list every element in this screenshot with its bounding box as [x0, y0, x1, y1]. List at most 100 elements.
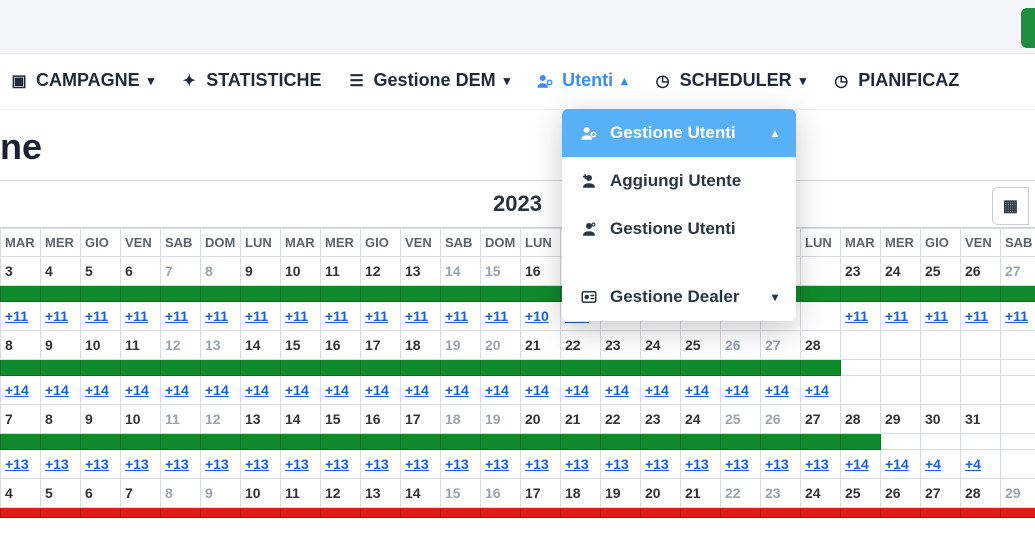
date-cell[interactable]: 13	[401, 257, 441, 286]
expand-link[interactable]: +14	[445, 382, 469, 398]
dropdown-gestione-utenti[interactable]: Gestione Utenti	[562, 205, 796, 253]
expand-cell[interactable]: +11	[881, 302, 921, 331]
date-cell[interactable]: 8	[161, 479, 201, 508]
date-cell[interactable]: 25	[681, 331, 721, 360]
expand-cell[interactable]: +14	[641, 376, 681, 405]
expand-link[interactable]: +13	[525, 456, 549, 472]
date-cell[interactable]: 18	[401, 331, 441, 360]
expand-cell[interactable]: +11	[281, 302, 321, 331]
date-cell[interactable]: 19	[601, 479, 641, 508]
expand-cell[interactable]: +13	[281, 450, 321, 479]
date-cell[interactable]: 25	[921, 257, 961, 286]
expand-link[interactable]: +13	[85, 456, 109, 472]
expand-cell[interactable]: +13	[401, 450, 441, 479]
expand-link[interactable]: +11	[165, 308, 188, 324]
date-cell[interactable]: 13	[241, 405, 281, 434]
date-cell[interactable]: 19	[441, 331, 481, 360]
expand-link[interactable]: +13	[685, 456, 709, 472]
expand-link[interactable]: +14	[45, 382, 69, 398]
expand-cell[interactable]: +13	[721, 450, 761, 479]
date-cell[interactable]: 11	[161, 405, 201, 434]
expand-cell[interactable]: +13	[201, 450, 241, 479]
date-cell[interactable]: 26	[961, 257, 1001, 286]
expand-cell[interactable]: +13	[321, 450, 361, 479]
dropdown-gestione-utenti-header[interactable]: Gestione Utenti ▴	[562, 109, 796, 157]
expand-link[interactable]: +11	[45, 308, 68, 324]
expand-link[interactable]: +13	[325, 456, 349, 472]
date-cell[interactable]: 24	[881, 257, 921, 286]
expand-cell[interactable]: +14	[121, 376, 161, 405]
expand-cell[interactable]: +13	[521, 450, 561, 479]
expand-link[interactable]: +13	[5, 456, 29, 472]
date-cell[interactable]: 15	[281, 331, 321, 360]
expand-link[interactable]: +13	[365, 456, 389, 472]
date-cell[interactable]: 22	[721, 479, 761, 508]
date-cell[interactable]: 21	[521, 331, 561, 360]
expand-cell[interactable]: +14	[441, 376, 481, 405]
expand-link[interactable]: +14	[365, 382, 389, 398]
date-cell[interactable]: 10	[281, 257, 321, 286]
date-cell[interactable]: 28	[801, 331, 841, 360]
expand-cell[interactable]: +13	[81, 450, 121, 479]
expand-cell[interactable]: +11	[921, 302, 961, 331]
expand-cell[interactable]: +4	[961, 450, 1001, 479]
date-cell[interactable]: 16	[481, 479, 521, 508]
date-cell[interactable]: 25	[721, 405, 761, 434]
expand-cell[interactable]: +11	[441, 302, 481, 331]
expand-cell[interactable]: +14	[81, 376, 121, 405]
date-cell[interactable]: 28	[961, 479, 1001, 508]
expand-cell[interactable]: +14	[801, 376, 841, 405]
expand-link[interactable]: +11	[965, 308, 988, 324]
date-cell[interactable]: 7	[121, 479, 161, 508]
expand-link[interactable]: +14	[845, 456, 869, 472]
expand-link[interactable]: +14	[565, 382, 589, 398]
expand-cell[interactable]: +14	[401, 376, 441, 405]
expand-cell[interactable]: +11	[41, 302, 81, 331]
date-cell[interactable]: 14	[401, 479, 441, 508]
expand-cell[interactable]: +13	[561, 450, 601, 479]
nav-gestione-dem[interactable]: ☰ Gestione DEM ▾	[348, 70, 511, 91]
expand-cell[interactable]: +13	[441, 450, 481, 479]
expand-cell[interactable]: +14	[681, 376, 721, 405]
date-cell[interactable]: 11	[121, 331, 161, 360]
expand-link[interactable]: +14	[485, 382, 509, 398]
expand-link[interactable]: +11	[1005, 308, 1028, 324]
expand-link[interactable]: +11	[925, 308, 948, 324]
date-cell[interactable]: 20	[521, 405, 561, 434]
dropdown-aggiungi-utente[interactable]: Aggiungi Utente	[562, 157, 796, 205]
date-cell[interactable]: 27	[921, 479, 961, 508]
date-cell[interactable]: 14	[281, 405, 321, 434]
date-cell[interactable]: 13	[201, 331, 241, 360]
date-cell[interactable]: 15	[441, 479, 481, 508]
date-cell[interactable]: 25	[841, 479, 881, 508]
expand-cell[interactable]: +14	[1, 376, 41, 405]
expand-link[interactable]: +13	[125, 456, 149, 472]
date-cell[interactable]: 20	[641, 479, 681, 508]
expand-link[interactable]: +4	[965, 456, 981, 472]
date-cell[interactable]: 10	[241, 479, 281, 508]
date-cell[interactable]: 4	[1, 479, 41, 508]
expand-link[interactable]: +13	[165, 456, 189, 472]
date-cell[interactable]: 5	[81, 257, 121, 286]
expand-cell[interactable]: +13	[481, 450, 521, 479]
expand-link[interactable]: +14	[525, 382, 549, 398]
expand-link[interactable]: +13	[445, 456, 469, 472]
expand-link[interactable]: +14	[245, 382, 269, 398]
expand-cell[interactable]: +14	[601, 376, 641, 405]
expand-cell[interactable]: +11	[841, 302, 881, 331]
date-cell[interactable]: 5	[41, 479, 81, 508]
expand-cell[interactable]: +11	[1001, 302, 1035, 331]
expand-cell[interactable]: +14	[161, 376, 201, 405]
expand-cell[interactable]: +14	[41, 376, 81, 405]
expand-cell[interactable]: +14	[201, 376, 241, 405]
date-cell[interactable]: 9	[41, 331, 81, 360]
expand-cell[interactable]: +13	[41, 450, 81, 479]
date-cell[interactable]: 15	[481, 257, 521, 286]
date-cell[interactable]: 17	[361, 331, 401, 360]
expand-cell[interactable]: +13	[161, 450, 201, 479]
date-cell[interactable]: 26	[721, 331, 761, 360]
expand-cell[interactable]: +14	[561, 376, 601, 405]
date-cell[interactable]: 23	[841, 257, 881, 286]
date-cell[interactable]: 12	[201, 405, 241, 434]
expand-link[interactable]: +11	[5, 308, 28, 324]
